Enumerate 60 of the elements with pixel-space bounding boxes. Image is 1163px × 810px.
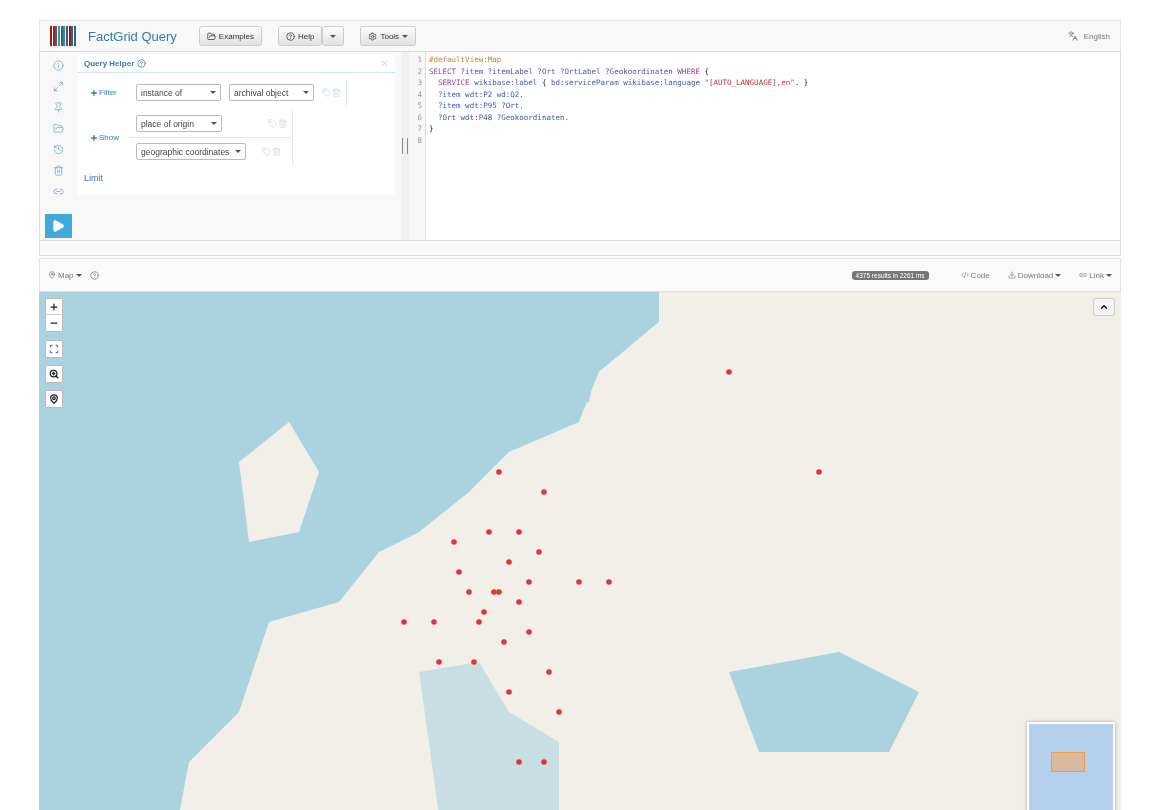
trash-icon[interactable] <box>332 88 341 97</box>
property-dropdown[interactable]: instance of <box>136 84 221 101</box>
language-icon <box>1067 31 1078 41</box>
locate-button[interactable] <box>46 391 62 407</box>
help-icon <box>286 31 295 41</box>
resize-bar[interactable] <box>39 241 1121 256</box>
limit-link[interactable]: Limit <box>78 165 395 183</box>
query-helper-title: Query Helper <box>84 59 135 68</box>
examples-button[interactable]: Examples <box>198 26 262 46</box>
plus-icon <box>90 133 98 142</box>
trash-icon[interactable] <box>272 147 282 156</box>
map-pin-icon <box>48 271 56 279</box>
link-button[interactable]: Link <box>1079 270 1112 280</box>
expand-button[interactable] <box>52 79 64 93</box>
tools-button[interactable]: Tools <box>360 26 417 46</box>
history-button[interactable] <box>52 142 64 156</box>
minimap[interactable] <box>1027 722 1115 810</box>
chevron-up-icon <box>1099 302 1109 312</box>
folder-button[interactable] <box>52 121 64 135</box>
help-button[interactable]: Help <box>278 26 323 46</box>
map-pin-icon <box>49 394 59 404</box>
property-dropdown[interactable]: geographic coordinates <box>136 143 247 160</box>
help-dropdown-button[interactable] <box>322 26 345 46</box>
trash-icon[interactable] <box>278 119 287 128</box>
link-icon <box>1079 271 1088 279</box>
help-icon[interactable] <box>137 59 147 68</box>
code-button[interactable]: Code <box>960 270 990 280</box>
tag-icon[interactable] <box>322 88 331 97</box>
collapse-button[interactable] <box>1093 298 1115 316</box>
fullscreen-button[interactable] <box>46 341 62 357</box>
folder-icon <box>206 31 216 41</box>
map-view-dropdown[interactable]: Map <box>48 270 82 280</box>
tag-icon[interactable] <box>268 119 277 128</box>
code-icon <box>960 271 969 279</box>
play-icon <box>51 219 65 233</box>
language-selector[interactable]: English <box>1083 31 1110 41</box>
close-icon[interactable] <box>380 59 389 68</box>
add-show-button[interactable]: Show <box>90 133 130 142</box>
minimap-viewport <box>1051 752 1085 772</box>
trash-button[interactable] <box>52 163 64 177</box>
plus-icon <box>49 301 59 312</box>
info-button[interactable] <box>52 58 64 72</box>
zoom-in-button[interactable] <box>46 299 62 315</box>
value-dropdown[interactable]: archival object <box>229 84 314 101</box>
run-button[interactable] <box>44 214 72 238</box>
barcode-logo-icon <box>50 26 78 46</box>
gear-icon <box>368 31 378 41</box>
download-icon <box>1007 271 1016 279</box>
plus-icon <box>90 88 98 97</box>
help-icon[interactable] <box>89 270 99 280</box>
pin-button[interactable] <box>52 100 64 114</box>
property-dropdown[interactable]: place of origin <box>136 115 222 132</box>
add-filter-button[interactable]: Filter <box>90 88 130 97</box>
zoom-icon <box>49 369 59 379</box>
fullscreen-icon <box>49 344 59 354</box>
download-button[interactable]: Download <box>1007 270 1062 280</box>
splitter-handle[interactable] <box>402 138 408 154</box>
zoom-box-button[interactable] <box>46 366 62 382</box>
tag-icon[interactable] <box>262 147 272 156</box>
app-title[interactable]: FactGrid Query <box>88 28 177 44</box>
